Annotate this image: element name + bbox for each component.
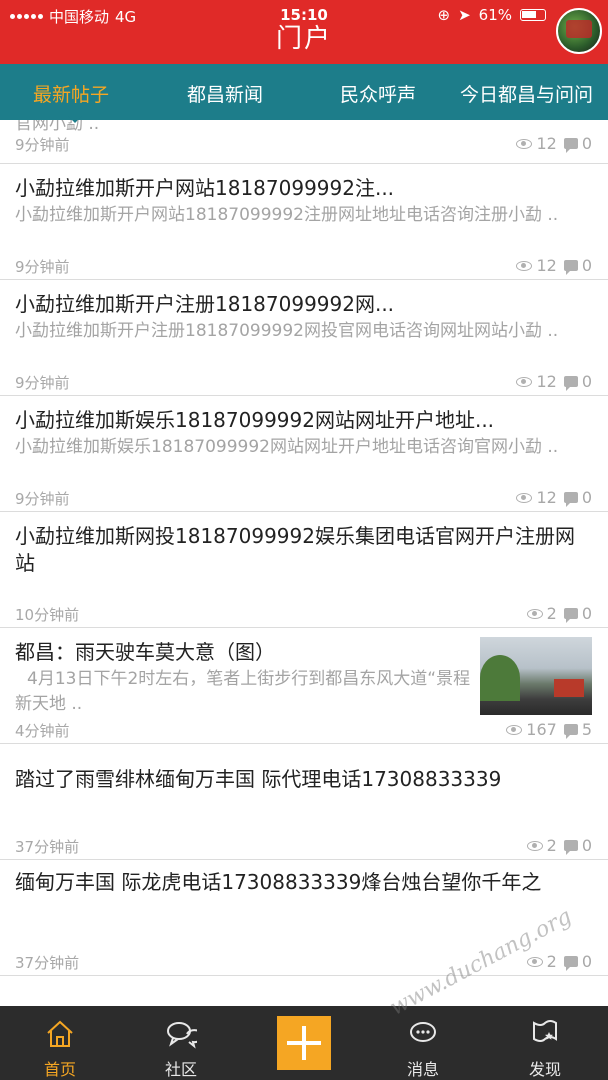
post-excerpt: 小勐拉维加斯开户注册18187099992网投官网电话咨询网址网站小勐 .. bbox=[15, 321, 559, 341]
nav-community-label: 社区 bbox=[164, 1060, 197, 1079]
nav-home[interactable]: 首页 bbox=[10, 1006, 110, 1080]
nav-home-label: 首页 bbox=[43, 1060, 76, 1079]
post-stats: 2 0 bbox=[526, 952, 592, 971]
list-item[interactable]: 小勐拉维加斯娱乐18187099992网站网址开户地址... 小勐拉维加斯娱乐1… bbox=[0, 396, 608, 512]
view-count: 12 bbox=[536, 488, 557, 507]
list-item[interactable]: 小勐拉维加斯网投18187099992娱乐集团电话官网开户注册网站 10分钟前 … bbox=[0, 512, 608, 628]
comment-icon bbox=[563, 376, 578, 391]
post-time: 9分钟前 bbox=[15, 258, 70, 276]
post-title: 小勐拉维加斯开户网站18187099992注... bbox=[15, 176, 395, 200]
comment-icon bbox=[563, 260, 578, 275]
comment-icon bbox=[563, 492, 578, 507]
post-stats: 12 0 bbox=[516, 488, 592, 507]
post-stats: 12 0 bbox=[516, 134, 592, 153]
list-item[interactable]: 小勐拉维加斯开户网站18187099992注... 小勐拉维加斯开户网站1818… bbox=[0, 164, 608, 280]
nav-discover-label: 发现 bbox=[528, 1060, 561, 1079]
view-count: 12 bbox=[536, 256, 557, 275]
home-icon bbox=[47, 1020, 73, 1047]
tab-today-duchang[interactable]: 今日都昌与问问 bbox=[460, 80, 593, 107]
post-excerpt: 官网小勐 .. bbox=[15, 120, 100, 134]
view-count: 167 bbox=[526, 720, 557, 739]
comment-count: 0 bbox=[581, 134, 592, 153]
comment-icon bbox=[563, 724, 578, 739]
comment-count: 0 bbox=[581, 372, 592, 391]
nav-discover[interactable]: 发现 bbox=[495, 1006, 595, 1080]
eye-icon bbox=[516, 138, 533, 149]
post-title: 都昌：雨天驶车莫大意（图） bbox=[15, 640, 275, 664]
post-stats: 2 0 bbox=[526, 604, 592, 623]
comment-icon bbox=[563, 138, 578, 153]
nav-community[interactable]: 社区 bbox=[131, 1006, 231, 1080]
post-time: 37分钟前 bbox=[15, 954, 80, 972]
post-excerpt: 4月13日下午2时左右，笔者上街步行到都昌东风大道“景程新天地 .. bbox=[15, 669, 471, 714]
comment-count: 0 bbox=[581, 488, 592, 507]
post-time: 9分钟前 bbox=[15, 374, 70, 392]
post-thumbnail[interactable] bbox=[480, 637, 592, 715]
app-header: 中国移动 4G 15:10 ⊕ ➤ 61% 门户 bbox=[0, 0, 608, 64]
comment-icon bbox=[563, 608, 578, 623]
post-stats: 12 0 bbox=[516, 372, 592, 391]
post-time: 37分钟前 bbox=[15, 838, 80, 856]
post-excerpt: 小勐拉维加斯娱乐18187099992网站网址开户地址电话咨询官网小勐 .. bbox=[15, 437, 559, 457]
eye-icon bbox=[526, 840, 543, 851]
eye-icon bbox=[526, 608, 543, 619]
avatar[interactable] bbox=[556, 8, 602, 54]
post-title: 小勐拉维加斯娱乐18187099992网站网址开户地址... bbox=[15, 408, 495, 432]
list-item[interactable]: 小勐拉维加斯开户注册18187099992网... 小勐拉维加斯开户注册1818… bbox=[0, 280, 608, 396]
post-title: 踏过了雨雪绯林缅甸万丰国 际代理电话17308833339 bbox=[15, 767, 502, 791]
message-icon bbox=[410, 1022, 436, 1042]
comment-icon bbox=[563, 840, 578, 855]
eye-icon bbox=[516, 376, 533, 387]
nav-messages[interactable]: 消息 bbox=[373, 1006, 473, 1080]
post-feed[interactable]: 官网小勐 .. 9分钟前 12 0 小勐拉维加斯开户网站18187099992注… bbox=[0, 120, 608, 1006]
list-item[interactable]: 官网小勐 .. 9分钟前 12 0 bbox=[0, 120, 608, 164]
post-stats: 2 0 bbox=[526, 836, 592, 855]
eye-icon bbox=[516, 260, 533, 271]
post-stats: 167 5 bbox=[506, 720, 592, 739]
tab-latest-posts[interactable]: 最新帖子 bbox=[33, 80, 109, 107]
nav-messages-label: 消息 bbox=[406, 1060, 439, 1079]
page-title: 门户 bbox=[275, 24, 332, 54]
list-item[interactable]: 缅甸万丰国 际龙虎电话17308833339烽台烛台望你千年之 37分钟前 2 … bbox=[0, 860, 608, 976]
view-count: 2 bbox=[546, 952, 557, 971]
chat-bubbles-icon bbox=[167, 1022, 197, 1049]
comment-count: 0 bbox=[581, 604, 592, 623]
post-stats: 12 0 bbox=[516, 256, 592, 275]
post-time: 10分钟前 bbox=[15, 606, 80, 624]
plus-icon[interactable] bbox=[277, 1016, 331, 1070]
comment-count: 5 bbox=[581, 720, 592, 739]
post-title: 小勐拉维加斯开户注册18187099992网... bbox=[15, 292, 395, 316]
view-count: 2 bbox=[546, 604, 557, 623]
post-title: 缅甸万丰国 际龙虎电话17308833339烽台烛台望你千年之 bbox=[15, 870, 542, 894]
view-count: 12 bbox=[536, 134, 557, 153]
tab-public-voice[interactable]: 民众呼声 bbox=[340, 80, 416, 107]
comment-count: 0 bbox=[581, 256, 592, 275]
list-item[interactable]: 都昌：雨天驶车莫大意（图） 4月13日下午2时左右，笔者上街步行到都昌东风大道“… bbox=[0, 628, 608, 744]
post-title: 小勐拉维加斯网投18187099992娱乐集团电话官网开户注册网站 bbox=[15, 524, 575, 575]
eye-icon bbox=[516, 492, 533, 503]
category-tabs: 最新帖子 都昌新闻 民众呼声 今日都昌与问问 bbox=[0, 64, 608, 120]
comment-count: 0 bbox=[581, 952, 592, 971]
comment-icon bbox=[563, 956, 578, 971]
list-item[interactable]: 踏过了雨雪绯林缅甸万丰国 际代理电话17308833339 37分钟前 2 0 bbox=[0, 744, 608, 860]
tab-duchang-news[interactable]: 都昌新闻 bbox=[187, 80, 263, 107]
view-count: 2 bbox=[546, 836, 557, 855]
comment-count: 0 bbox=[581, 836, 592, 855]
post-time: 9分钟前 bbox=[15, 490, 70, 508]
post-time: 9分钟前 bbox=[15, 136, 70, 154]
post-excerpt: 小勐拉维加斯开户网站18187099992注册网址地址电话咨询注册小勐 .. bbox=[15, 205, 559, 225]
eye-icon bbox=[506, 724, 523, 735]
view-count: 12 bbox=[536, 372, 557, 391]
post-time: 4分钟前 bbox=[15, 722, 70, 740]
eye-icon bbox=[526, 956, 543, 967]
discover-flag-icon bbox=[533, 1020, 557, 1042]
